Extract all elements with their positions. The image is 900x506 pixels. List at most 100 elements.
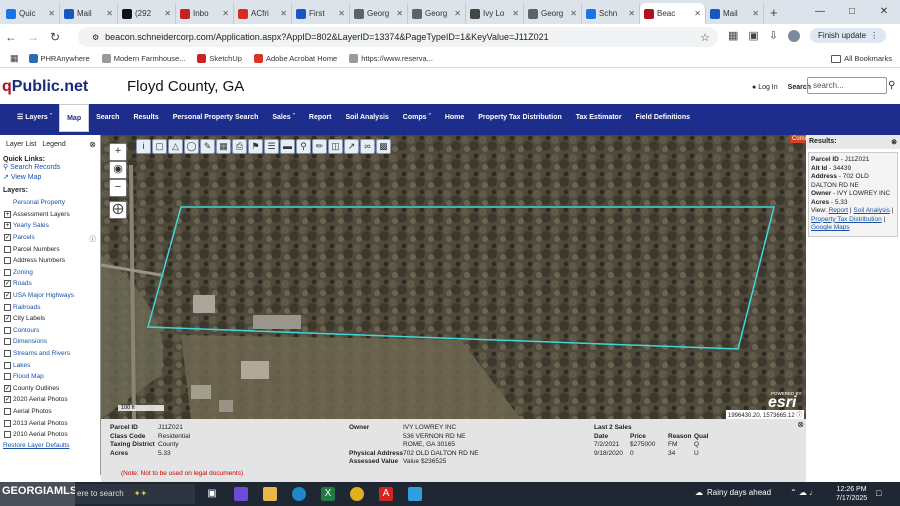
file-explorer-icon[interactable] <box>263 487 277 501</box>
acrobat-icon[interactable]: A <box>379 487 393 501</box>
maximize-icon[interactable]: □ <box>836 0 868 24</box>
print-icon[interactable]: ⎙ <box>232 139 247 154</box>
nav-item-layers[interactable]: ☰ Layers ˇ <box>10 104 59 132</box>
identify-icon[interactable]: i <box>136 139 151 154</box>
forward-icon[interactable]: → <box>22 30 44 44</box>
pencil-icon[interactable]: ✏ <box>312 139 327 154</box>
layer-checkbox[interactable] <box>4 257 11 265</box>
layer-item[interactable]: 2013 Aerial Photos <box>0 417 100 429</box>
extensions-icon[interactable]: ▦ <box>728 29 738 42</box>
layer-checkbox[interactable] <box>4 245 11 253</box>
split-icon[interactable]: ◫ <box>328 139 343 154</box>
browser-tab[interactable]: Beac ✕ <box>640 3 706 24</box>
layer-item[interactable]: + Yearly Sales <box>0 220 100 232</box>
nav-item-soil-analysis[interactable]: Soil Analysis <box>338 104 395 132</box>
browser-tab[interactable]: Inbo ✕ <box>176 3 234 24</box>
layer-item[interactable]: Aerial Photos <box>0 406 100 418</box>
close-window-icon[interactable]: ✕ <box>868 0 900 24</box>
layer-item[interactable]: Flood Map <box>0 371 100 383</box>
aerial-map[interactable]: 100 ft POWERED BY esri 1996430.20, 15736… <box>101 135 806 419</box>
quick-link-view-map[interactable]: ↗ View Map <box>0 173 100 183</box>
finish-update-button[interactable]: Finish update ⋮ <box>810 28 887 43</box>
layer-checkbox[interactable]: ✓ <box>4 280 11 288</box>
info-icon[interactable]: ⓘ <box>90 233 97 243</box>
reload-icon[interactable]: ↻ <box>44 30 66 44</box>
layers-icon[interactable]: ☰ <box>264 139 279 154</box>
browser-tab[interactable]: First ✕ <box>292 3 350 24</box>
layer-item[interactable]: Lakes <box>0 359 100 371</box>
view-link[interactable]: Property Tax Distribution <box>811 216 882 223</box>
layer-item[interactable]: ✓ Parcels ⓘ <box>0 232 100 244</box>
layer-item[interactable]: ✓ County Outlines <box>0 383 100 395</box>
excel-icon[interactable]: X <box>321 487 335 501</box>
browser-tab[interactable]: Mail ✕ <box>60 3 118 24</box>
clock[interactable]: 12:26 PM 7/17/2025 <box>836 485 867 503</box>
save-icon[interactable]: ▩ <box>376 139 391 154</box>
browser-tab[interactable]: Georg ✕ <box>350 3 408 24</box>
edge-icon[interactable] <box>292 487 306 501</box>
taskbar-search[interactable]: ere to search ✦✦ <box>75 484 195 504</box>
layer-item[interactable]: Address Numbers <box>0 255 100 267</box>
download-icon[interactable]: ⇩ <box>769 29 778 42</box>
browser-tab[interactable]: Quic ✕ <box>2 3 60 24</box>
chrome-icon[interactable] <box>350 487 364 501</box>
bookmark-sketchup[interactable]: SketchUp <box>197 54 242 63</box>
link-icon[interactable]: ∞ <box>360 139 375 154</box>
layer-item[interactable]: ✓ City Labels <box>0 313 100 325</box>
browser-tab[interactable]: Georg ✕ <box>408 3 466 24</box>
expand-icon[interactable]: + <box>4 210 11 218</box>
layer-checkbox[interactable] <box>4 268 11 276</box>
layer-item[interactable]: Contours <box>0 325 100 337</box>
close-results-icon[interactable]: ⊗ <box>891 138 897 146</box>
tab-layer-list[interactable]: Layer List <box>6 141 36 148</box>
nav-item-tax-estimator[interactable]: Tax Estimator <box>569 104 629 132</box>
export-icon[interactable]: ▦ <box>216 139 231 154</box>
draw-icon[interactable]: ✎ <box>200 139 215 154</box>
bookmark-reserva[interactable]: https://www.reserva... <box>349 54 433 63</box>
new-tab-button[interactable]: + <box>764 3 784 24</box>
task-view-icon[interactable]: ▣ <box>205 487 219 501</box>
nav-item-sales[interactable]: Sales ˇ <box>265 104 302 132</box>
zoom-out-button[interactable]: − <box>109 179 127 197</box>
close-tab-icon[interactable]: ✕ <box>396 9 403 18</box>
login-link[interactable]: ● Log In <box>752 84 778 91</box>
browser-tab[interactable]: Ivy Lo ✕ <box>466 3 524 24</box>
layer-checkbox[interactable]: ✓ <box>4 315 11 323</box>
zoom-in-button[interactable]: + <box>109 143 127 161</box>
browser-tab[interactable]: (292 ✕ <box>118 3 176 24</box>
close-tab-icon[interactable]: ✕ <box>752 9 759 18</box>
close-tab-icon[interactable]: ✕ <box>280 9 287 18</box>
locate-icon[interactable]: ⨁ <box>109 201 127 219</box>
layer-checkbox[interactable]: ✓ <box>4 384 11 392</box>
nav-item-comps[interactable]: Comps ˇ <box>396 104 438 132</box>
buffer-icon[interactable]: ◯ <box>184 139 199 154</box>
view-link[interactable]: Google Maps <box>811 224 850 231</box>
nav-item-personal-property-search[interactable]: Personal Property Search <box>166 104 266 132</box>
select-icon[interactable]: △ <box>168 139 183 154</box>
address-bar[interactable]: ⚙ beacon.schneidercorp.com/Application.a… <box>78 27 718 47</box>
layer-checkbox[interactable] <box>4 338 11 346</box>
bookmark-acrobat[interactable]: Adobe Acrobat Home <box>253 54 337 63</box>
close-tab-icon[interactable]: ✕ <box>512 9 519 18</box>
expand-icon[interactable]: + <box>4 222 11 230</box>
site-info-icon[interactable]: ⚙ <box>92 33 99 42</box>
close-tab-icon[interactable]: ✕ <box>628 9 635 18</box>
layer-checkbox[interactable] <box>4 303 11 311</box>
back-icon[interactable]: ← <box>0 30 22 44</box>
close-info-icon[interactable]: ⊗ <box>797 420 804 429</box>
tab-legend[interactable]: Legend <box>42 141 65 148</box>
layer-item[interactable]: Zoning <box>0 267 100 279</box>
weather-widget[interactable]: ☁ Rainy days ahead <box>695 488 771 497</box>
nav-item-property-tax-distribution[interactable]: Property Tax Distribution <box>471 104 569 132</box>
close-tab-icon[interactable]: ✕ <box>570 9 577 18</box>
view-link[interactable]: Soil Analysis <box>853 207 890 214</box>
system-tray-icons[interactable]: ⌃ ☁ ♩ <box>790 488 817 497</box>
layer-item[interactable]: Personal Property <box>0 197 100 209</box>
layer-item[interactable]: 2010 Aerial Photos <box>0 429 100 441</box>
bookmark-phranywhere[interactable]: PHRAnywhere <box>28 54 90 63</box>
comment-icon[interactable]: ▢ <box>152 139 167 154</box>
browser-tab[interactable]: Mail ✕ <box>706 3 764 24</box>
share-icon[interactable]: ↗ <box>344 139 359 154</box>
close-tab-icon[interactable]: ✕ <box>164 9 171 18</box>
close-tab-icon[interactable]: ✕ <box>338 9 345 18</box>
